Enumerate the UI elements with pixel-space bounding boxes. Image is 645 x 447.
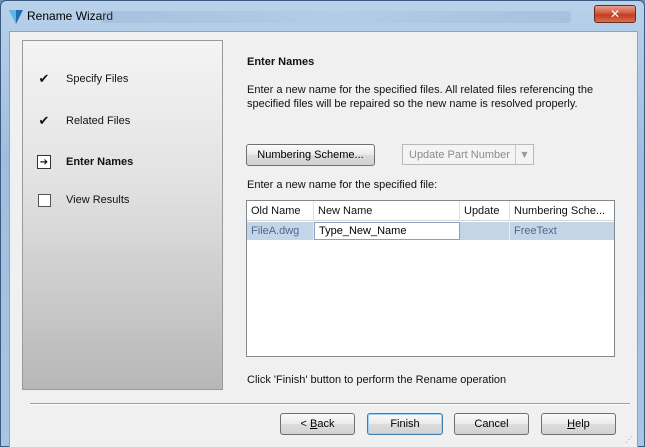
help-button-label: Help: [567, 418, 590, 430]
step-label: Specify Files: [66, 73, 129, 85]
column-header-update[interactable]: Update: [460, 201, 510, 221]
step-label: Related Files: [66, 115, 131, 127]
cell-old-name: FileA.dwg: [247, 222, 314, 240]
close-button[interactable]: ✕: [594, 5, 636, 23]
step-enter-names: ➔ Enter Names: [23, 151, 223, 173]
rename-files-table: Old Name New Name Update Numbering Sche.…: [246, 200, 615, 357]
new-name-input[interactable]: Type_New_Name: [314, 222, 460, 240]
table-row[interactable]: FileA.dwg Type_New_Name FreeText: [247, 222, 614, 240]
title-bar[interactable]: Rename Wizard ✕: [1, 1, 644, 31]
update-part-number-dropdown[interactable]: Update Part Number ▼: [402, 144, 534, 165]
cancel-button[interactable]: Cancel: [454, 413, 529, 435]
arrow-right-icon: ➔: [37, 155, 51, 169]
wizard-steps-panel: ✔ Specify Files ✔ Related Files ➔ Enter …: [22, 40, 223, 390]
finish-button[interactable]: Finish: [367, 413, 443, 435]
numbering-scheme-button[interactable]: Numbering Scheme...: [246, 144, 375, 166]
checkmark-icon: ✔: [38, 113, 50, 129]
new-name-prompt: Enter a new name for the specified file:: [247, 179, 438, 191]
checkmark-icon: ✔: [38, 71, 50, 87]
step-related-files: ✔ Related Files: [23, 110, 223, 132]
column-header-old-name[interactable]: Old Name: [247, 201, 314, 221]
step-label: View Results: [66, 194, 130, 206]
finish-instruction: Click 'Finish' button to perform the Ren…: [247, 374, 507, 386]
step-label: Enter Names: [66, 156, 134, 168]
close-icon: ✕: [609, 7, 621, 21]
bottom-separator: [30, 403, 630, 405]
autodesk-vault-icon: [9, 10, 23, 24]
resize-grip-icon[interactable]: ⋰: [625, 435, 635, 445]
table-header: Old Name New Name Update Numbering Sche.…: [247, 201, 614, 221]
page-title: Enter Names: [247, 56, 315, 68]
help-button[interactable]: Help: [541, 413, 616, 435]
column-header-new-name[interactable]: New Name: [314, 201, 460, 221]
chevron-down-icon[interactable]: ▼: [515, 145, 533, 164]
back-button[interactable]: < Back: [280, 413, 355, 435]
page-description: Enter a new name for the specified files…: [247, 84, 594, 110]
step-view-results: View Results: [23, 189, 223, 211]
wizard-content: Enter Names Enter a new name for the spe…: [246, 32, 626, 392]
title-bar-background-blur: [101, 11, 571, 23]
cell-update[interactable]: [460, 222, 510, 240]
rename-wizard-window: Rename Wizard ✕ ✔ Specify Files ✔ Relate…: [0, 0, 645, 447]
back-button-label: < Back: [300, 418, 335, 430]
cell-numbering-scheme[interactable]: FreeText: [510, 222, 614, 240]
dropdown-selected-value: Update Part Number: [409, 148, 510, 161]
wizard-client-area: ✔ Specify Files ✔ Related Files ➔ Enter …: [9, 31, 638, 447]
empty-checkbox-icon: [37, 193, 51, 207]
column-header-numbering-scheme[interactable]: Numbering Sche...: [510, 201, 614, 221]
step-specify-files: ✔ Specify Files: [23, 68, 223, 90]
